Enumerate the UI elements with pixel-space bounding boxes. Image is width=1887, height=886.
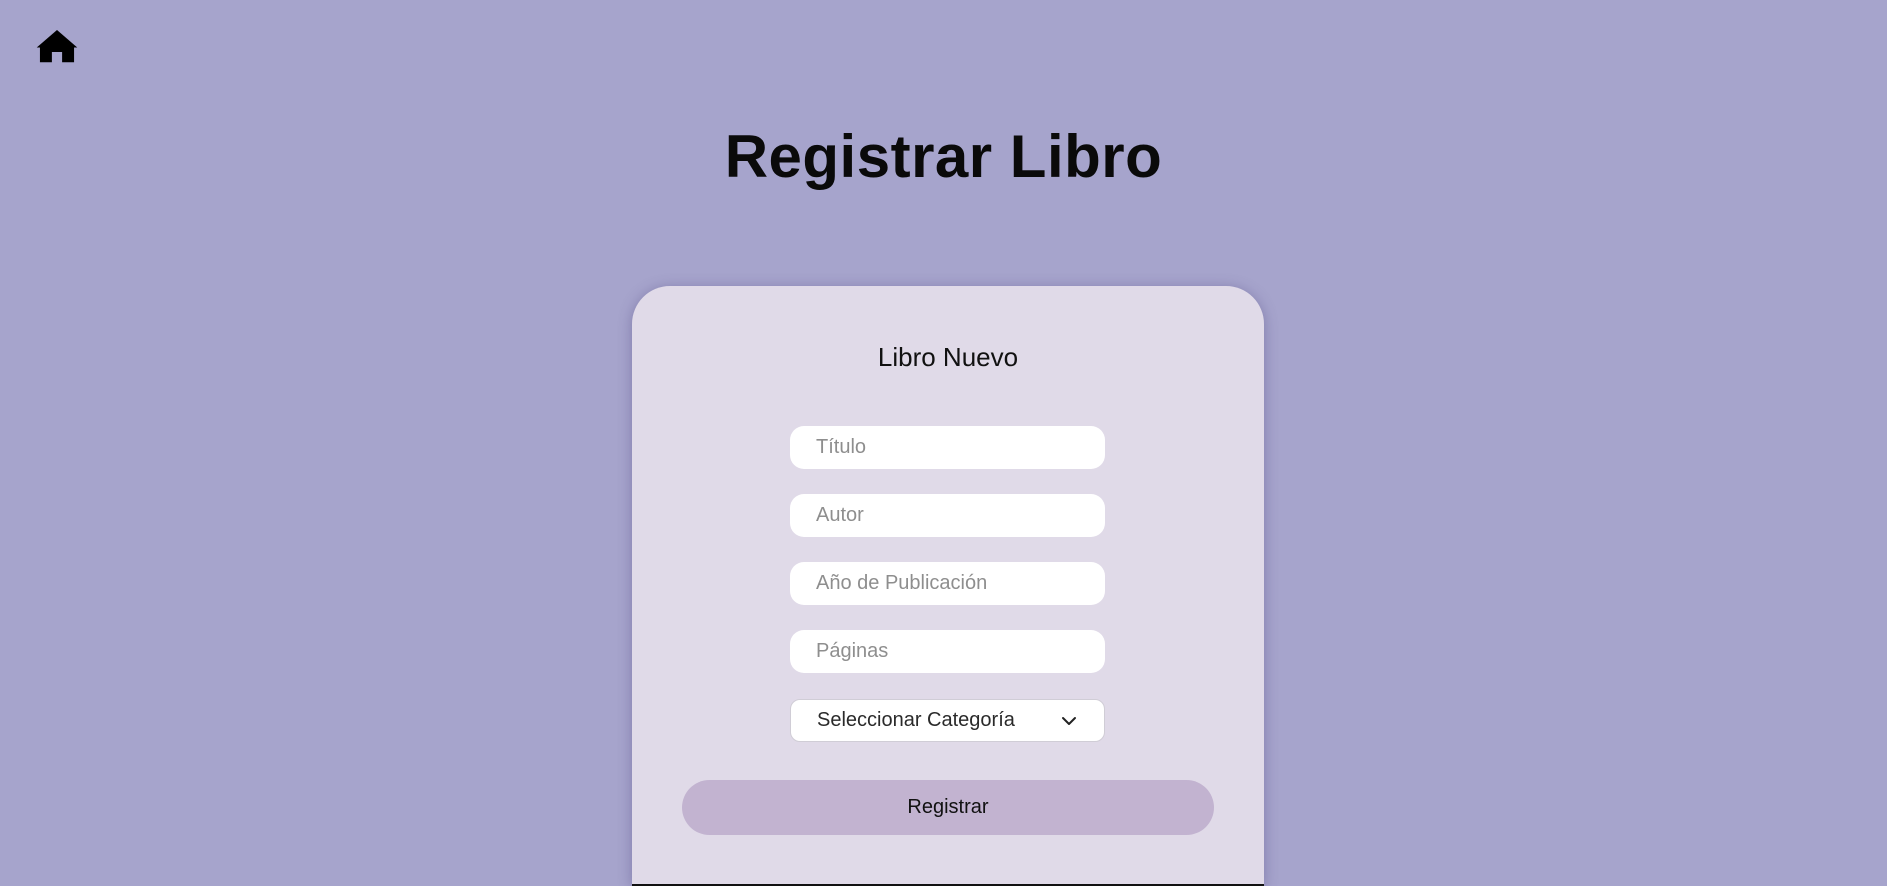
home-icon: [36, 29, 78, 63]
form-title: Libro Nuevo: [877, 342, 1019, 372]
category-select[interactable]: Seleccionar Categoría: [790, 699, 1105, 742]
register-book-card: Libro Nuevo Seleccionar Categoría Regist…: [632, 286, 1264, 886]
home-link[interactable]: [36, 27, 78, 65]
chevron-down-icon: [1062, 716, 1076, 725]
register-button[interactable]: Registrar: [682, 780, 1214, 835]
page-title: Registrar Libro: [724, 123, 1163, 190]
title-input[interactable]: [790, 426, 1105, 469]
publication-year-input[interactable]: [790, 562, 1105, 605]
author-input[interactable]: [790, 494, 1105, 537]
pages-input[interactable]: [790, 630, 1105, 673]
category-select-value: Seleccionar Categoría: [817, 709, 1015, 731]
